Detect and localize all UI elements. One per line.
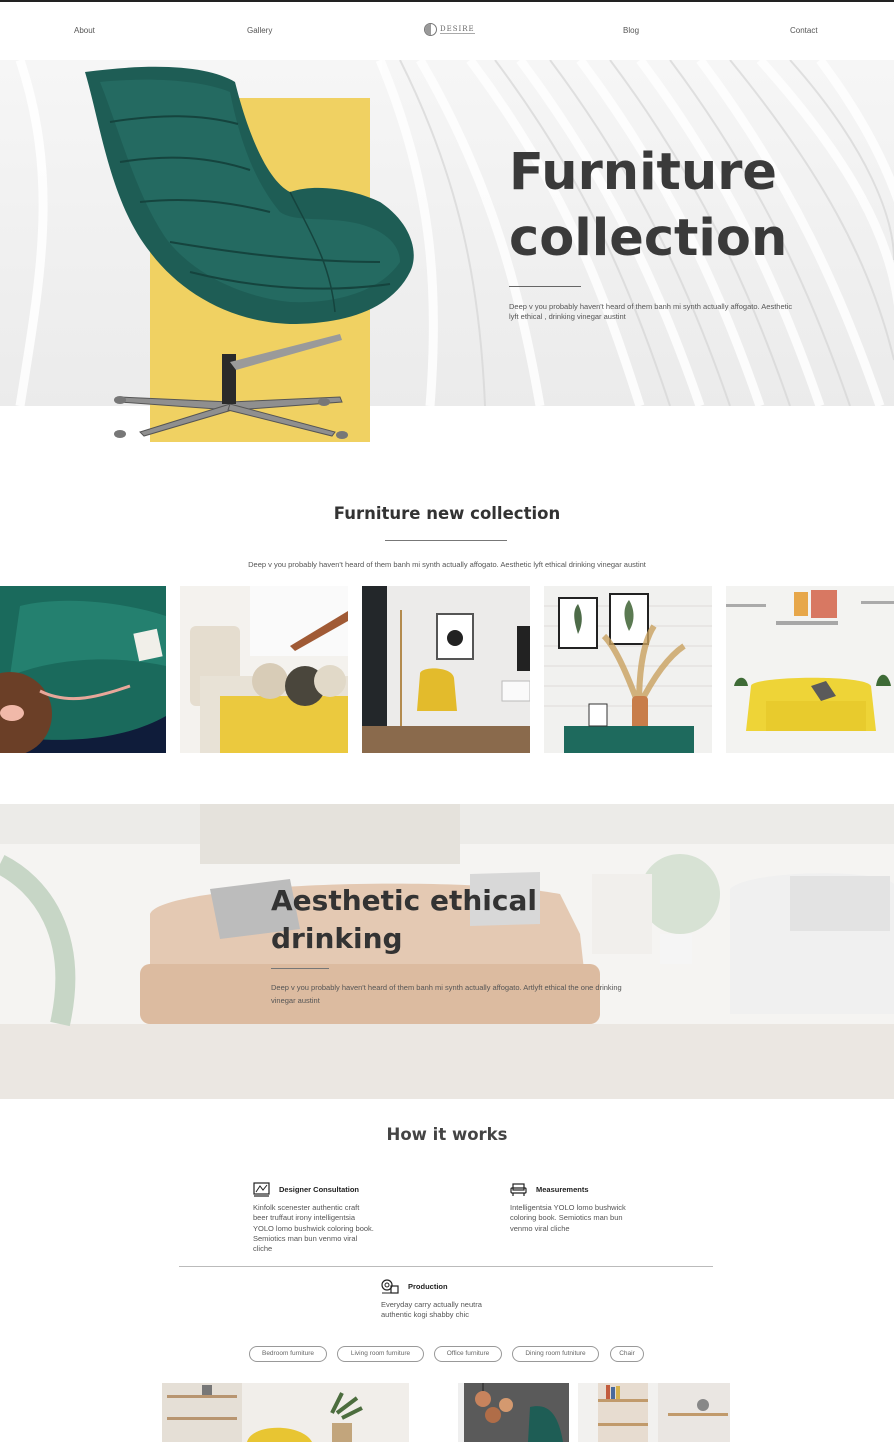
product-image-copper-lamps[interactable] bbox=[458, 1383, 569, 1442]
how-it-works-divider bbox=[179, 1266, 713, 1267]
gallery-image-yellow-cushion-sofa[interactable] bbox=[180, 586, 348, 753]
product-image-shelf-room[interactable] bbox=[578, 1383, 730, 1442]
nav-contact[interactable]: Contact bbox=[790, 26, 818, 35]
logo-icon bbox=[424, 22, 437, 36]
filter-bedroom-furniture[interactable]: Bedroom furniture bbox=[249, 1346, 327, 1362]
step-title: Production bbox=[408, 1281, 448, 1291]
gallery-image-yellow-sofa[interactable] bbox=[726, 586, 894, 753]
step-designer-consultation: Designer Consultation Kinfolk scenester … bbox=[253, 1182, 375, 1254]
step-text: Everyday carry actually neutra authentic… bbox=[381, 1300, 482, 1320]
feature-divider bbox=[271, 968, 329, 969]
collection-gallery bbox=[0, 586, 894, 753]
collection-description: Deep v you probably haven't heard of the… bbox=[248, 560, 646, 569]
filter-dining-room-furniture[interactable]: Dining room futniture bbox=[512, 1346, 599, 1362]
feature-title: Aesthetic ethical drinking bbox=[271, 884, 537, 955]
step-production: Production Everyday carry actually neutr… bbox=[381, 1278, 496, 1321]
gallery-image-dried-flowers[interactable] bbox=[544, 586, 712, 753]
filter-living-room-furniture[interactable]: Living room furniture bbox=[337, 1346, 424, 1362]
filter-chair[interactable]: Chair bbox=[610, 1346, 644, 1362]
gallery-image-green-sofa[interactable] bbox=[0, 586, 166, 753]
nav-about[interactable]: About bbox=[74, 26, 95, 35]
lounge-chair-image bbox=[85, 66, 414, 439]
sofa-icon bbox=[510, 1183, 527, 1196]
filter-office-furniture[interactable]: Office furniture bbox=[434, 1346, 502, 1362]
category-filters: Bedroom furniture Living room furniture … bbox=[0, 1346, 894, 1362]
nav-gallery[interactable]: Gallery bbox=[247, 26, 272, 35]
step-title: Measurements bbox=[536, 1185, 589, 1194]
top-navigation: About Gallery DESIRE Blog Contact bbox=[0, 0, 894, 60]
how-it-works-title: How it works bbox=[386, 1125, 508, 1144]
feature-description: Deep v you probably haven't heard of the… bbox=[271, 983, 622, 1005]
step-text: Kinfolk scenester authentic craft beer t… bbox=[253, 1203, 374, 1254]
nav-blog[interactable]: Blog bbox=[623, 26, 639, 35]
step-measurements: Measurements Intelligentsia YOLO lomo bu… bbox=[510, 1182, 640, 1234]
hero-title: Furniture collection bbox=[509, 143, 788, 268]
collection-title: Furniture new collection bbox=[333, 504, 561, 523]
production-icon bbox=[381, 1279, 399, 1294]
logo[interactable]: DESIRE bbox=[424, 22, 475, 36]
gallery-image-yellow-armchair[interactable] bbox=[362, 586, 530, 753]
step-text: Intelligentsia YOLO lomo bushwick colori… bbox=[510, 1203, 626, 1233]
hero-divider bbox=[509, 286, 581, 287]
collection-divider bbox=[385, 540, 507, 541]
hero-description: Deep v you probably haven't heard of the… bbox=[509, 302, 793, 321]
step-title: Designer Consultation bbox=[279, 1185, 360, 1194]
logo-text: DESIRE bbox=[440, 24, 475, 34]
blueprint-icon bbox=[253, 1182, 270, 1197]
product-image-yellow-chair[interactable] bbox=[162, 1383, 409, 1442]
